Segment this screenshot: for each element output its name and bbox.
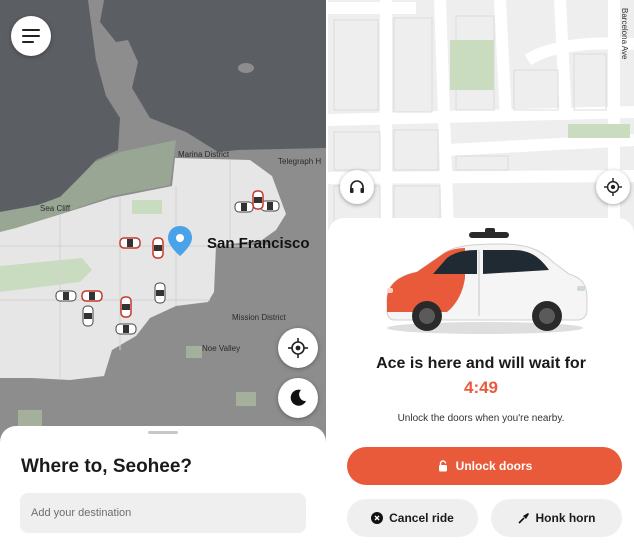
street-label-barcelona: Barcelona Ave xyxy=(620,8,629,60)
unlock-doors-button[interactable]: Unlock doors xyxy=(347,447,622,485)
map-label-mission: Mission District xyxy=(232,313,286,322)
arrival-title: Ace is here and will wait for xyxy=(376,355,586,372)
vehicle-illustration xyxy=(386,228,588,334)
map-label-marina: Marina District xyxy=(178,150,230,159)
honk-horn-button[interactable]: Honk horn xyxy=(491,499,622,537)
destination-input[interactable] xyxy=(20,493,306,533)
menu-icon xyxy=(22,29,40,43)
wait-countdown: 4:49 xyxy=(463,378,499,397)
map-label-sea-cliff: Sea Cliff xyxy=(40,204,71,213)
moon-icon xyxy=(290,389,306,406)
map-label-city: San Francisco xyxy=(207,235,310,252)
menu-button[interactable] xyxy=(11,16,51,56)
crosshair-icon xyxy=(288,338,308,358)
map-label-telegraph: Telegraph H xyxy=(278,157,322,166)
cancel-ride-button[interactable]: Cancel ride xyxy=(347,499,478,537)
cancel-ride-label: Cancel ride xyxy=(389,511,454,525)
street-map[interactable] xyxy=(328,0,634,230)
arrival-card: Ace is here and will wait for 4:49 Unloc… xyxy=(328,218,634,545)
destination-sheet: Where to, Seohee? xyxy=(0,426,326,545)
headset-icon xyxy=(350,180,364,193)
lock-icon xyxy=(437,460,449,472)
vehicle-arrived-screen: Barcelona Ave Ace is here and will wait … xyxy=(328,0,634,545)
unlock-doors-label: Unlock doors xyxy=(455,459,533,473)
cancel-x-icon xyxy=(371,512,384,524)
recenter-button-right[interactable] xyxy=(596,170,630,204)
crosshair-icon xyxy=(604,178,622,196)
recenter-button[interactable] xyxy=(278,328,318,368)
horn-icon xyxy=(517,512,530,524)
map-label-noe-valley: Noe Valley xyxy=(202,344,241,353)
support-button[interactable] xyxy=(340,170,374,204)
greeting-title: Where to, Seohee? xyxy=(21,456,193,477)
rider-home-screen: Marina District Telegraph H Sea Cliff Sa… xyxy=(0,0,326,545)
unlock-hint: Unlock the doors when you're nearby. xyxy=(397,413,565,424)
sheet-grabber[interactable] xyxy=(148,431,178,434)
night-mode-button[interactable] xyxy=(278,378,318,418)
city-map[interactable] xyxy=(0,0,326,440)
honk-horn-label: Honk horn xyxy=(535,511,596,525)
